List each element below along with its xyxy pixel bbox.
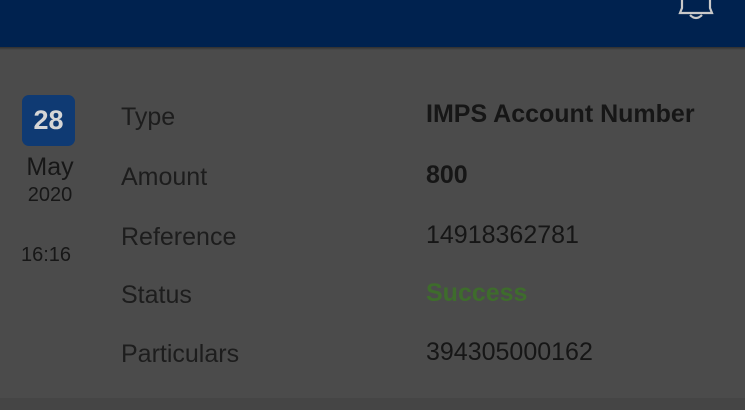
reference-label: Reference bbox=[121, 223, 237, 251]
particulars-value: 394305000162 bbox=[426, 338, 593, 366]
date-day-badge: 28 bbox=[22, 95, 75, 146]
reference-value: 14918362781 bbox=[426, 221, 579, 249]
date-month: May bbox=[26, 153, 74, 181]
transaction-time: 16:16 bbox=[20, 244, 72, 266]
status-value: Success bbox=[426, 279, 528, 307]
amount-value: 800 bbox=[426, 161, 468, 189]
app-header bbox=[0, 0, 745, 47]
card-bottom-edge bbox=[0, 398, 745, 410]
amount-label: Amount bbox=[121, 163, 208, 191]
type-label: Type bbox=[121, 103, 176, 131]
date-year: 2020 bbox=[27, 184, 73, 206]
bell-icon[interactable] bbox=[676, 0, 716, 22]
status-label: Status bbox=[121, 281, 192, 309]
type-value: IMPS Account Number bbox=[426, 100, 695, 128]
particulars-label: Particulars bbox=[121, 340, 240, 368]
